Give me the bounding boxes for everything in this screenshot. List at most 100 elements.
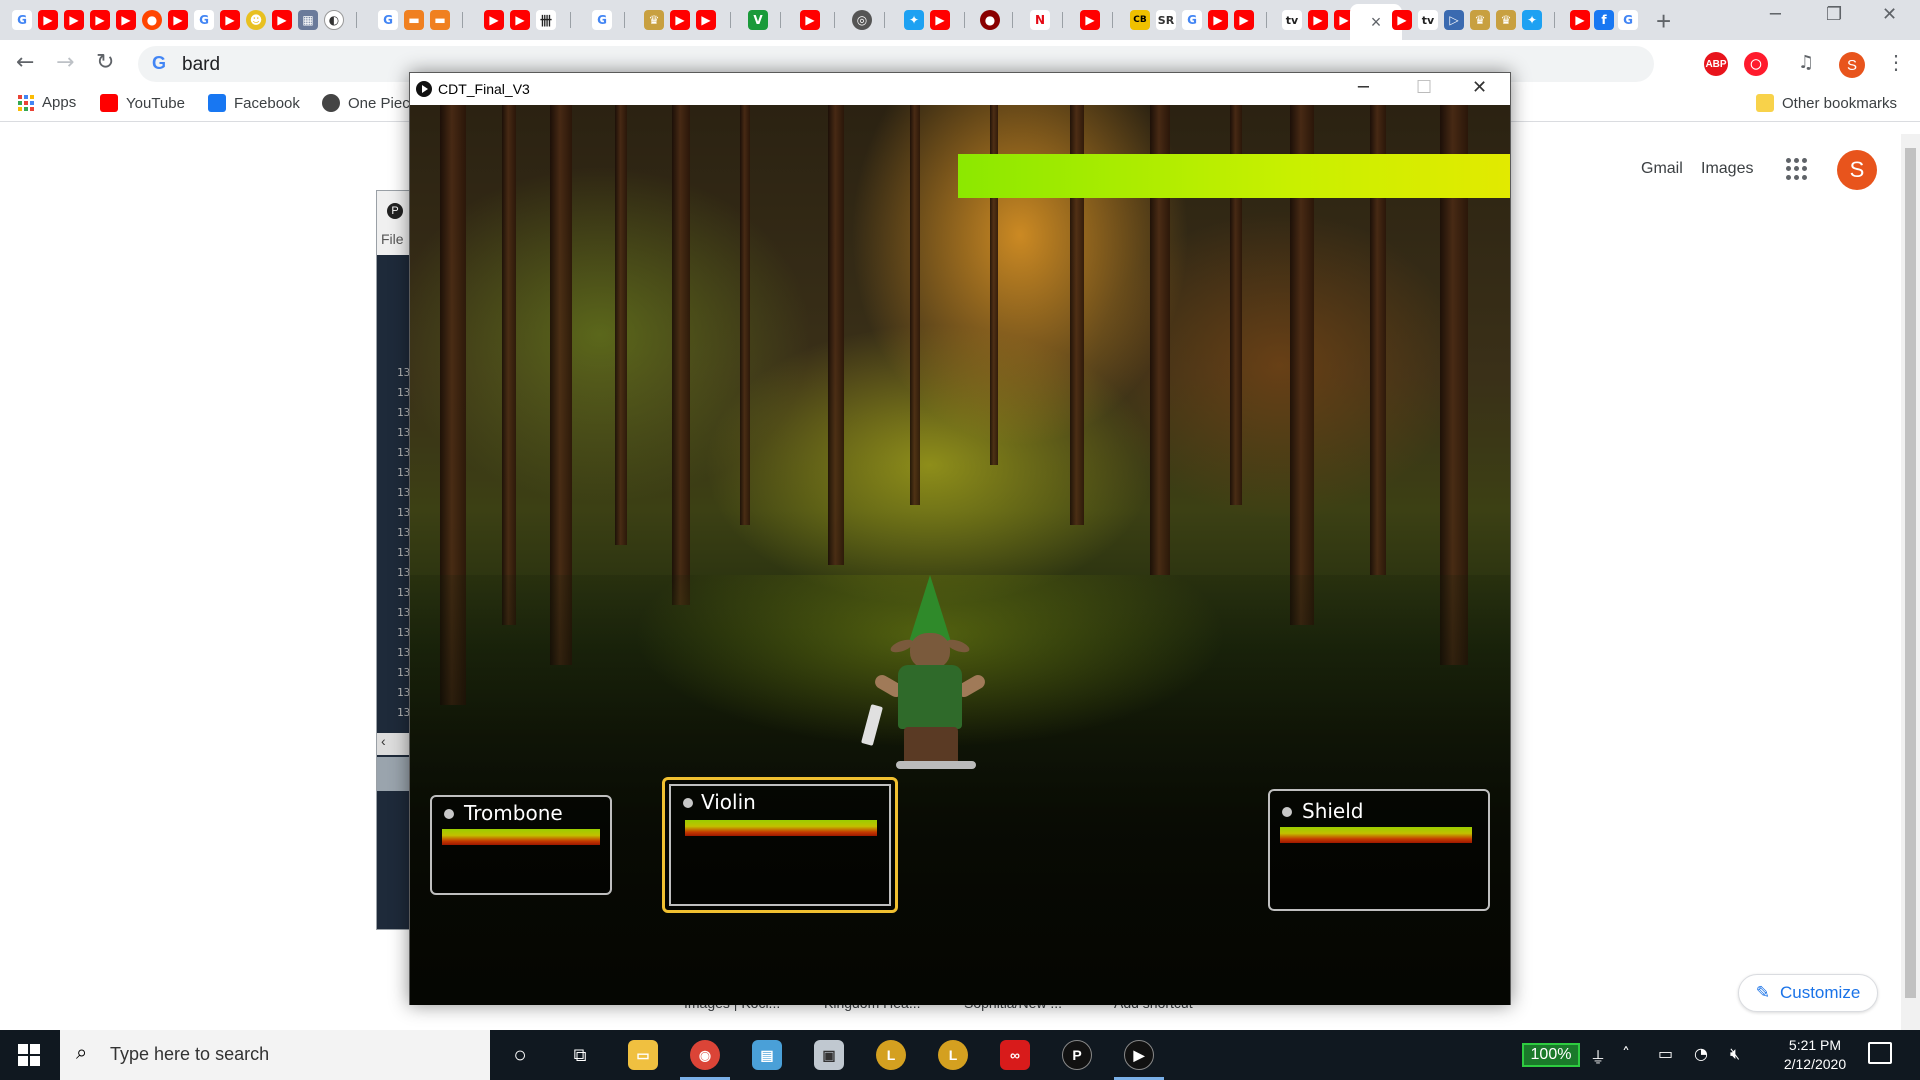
google-tab-icon[interactable]: G xyxy=(378,10,398,30)
youtube-tab-icon[interactable]: ▶ xyxy=(220,10,240,30)
scrollbar-thumb[interactable] xyxy=(1905,148,1916,998)
search-placeholder[interactable]: Type here to search xyxy=(110,1044,269,1065)
cb-tab-icon[interactable]: CB xyxy=(1130,10,1150,30)
crest-tab-icon[interactable]: ♛ xyxy=(1470,10,1490,30)
youtube-tab-icon[interactable]: ▶ xyxy=(800,10,820,30)
other-bookmarks[interactable]: Other bookmarks xyxy=(1756,94,1897,112)
address-input[interactable]: bard xyxy=(182,54,220,76)
images-link[interactable]: Images xyxy=(1701,160,1753,178)
creative-cloud-icon[interactable]: ∞ xyxy=(1000,1040,1030,1070)
facebook-tab-icon[interactable]: f xyxy=(1594,10,1614,30)
ide-horizontal-scrollbar[interactable]: ‹ xyxy=(377,733,413,755)
bookmark-one-piece[interactable]: One Piec xyxy=(322,94,410,112)
notes-app-icon[interactable]: ▤ xyxy=(752,1040,782,1070)
page-scrollbar[interactable] xyxy=(1901,134,1920,1030)
google-tab-icon[interactable]: G xyxy=(1182,10,1202,30)
record-tab-icon[interactable]: ● xyxy=(980,10,1000,30)
volume-muted-icon[interactable]: 🔇︎ xyxy=(1730,1044,1740,1064)
youtube-tab-icon[interactable]: ▶ xyxy=(510,10,530,30)
windows-start-icon[interactable] xyxy=(18,1044,40,1066)
youtube-tab-icon[interactable]: ▶ xyxy=(930,10,950,30)
youtube-tab-icon[interactable]: ▶ xyxy=(168,10,188,30)
league-icon[interactable]: L xyxy=(938,1040,968,1070)
reload-icon[interactable]: ↻ xyxy=(96,50,114,75)
site-tab-icon[interactable]: ◐ xyxy=(324,10,344,30)
play-tab-icon[interactable]: ▷ xyxy=(1444,10,1464,30)
netflix-tab-icon[interactable]: N xyxy=(1030,10,1050,30)
action-card-shield[interactable]: Shield xyxy=(1268,789,1490,911)
glyph-tab-icon[interactable]: 卌 xyxy=(536,10,556,30)
ide-window[interactable]: P File 13 13 13 13 13 13 13 13 13 13 13 13 13 13 1… xyxy=(376,190,413,930)
bookmark-facebook[interactable]: Facebook xyxy=(208,94,300,112)
chevron-left-icon[interactable]: ‹ xyxy=(381,733,386,749)
back-icon[interactable]: ← xyxy=(16,50,34,75)
game-app-icon[interactable]: ▶ xyxy=(1124,1040,1154,1070)
processing-icon[interactable]: P xyxy=(1062,1040,1092,1070)
notification-center-icon[interactable] xyxy=(1868,1042,1892,1064)
google-tab-icon[interactable]: G xyxy=(592,10,612,30)
customize-button[interactable]: ✎ Customize xyxy=(1738,974,1878,1012)
wifi-icon[interactable]: ◔ xyxy=(1694,1044,1708,1063)
youtube-tab-icon[interactable]: ▶ xyxy=(696,10,716,30)
action-card-trombone[interactable]: Trombone xyxy=(430,795,612,895)
google-tab-icon[interactable]: G xyxy=(12,10,32,30)
goblin-enemy[interactable] xyxy=(860,575,1000,785)
youtube-tab-icon[interactable]: ▶ xyxy=(38,10,58,30)
youtube-tab-icon[interactable]: ▶ xyxy=(1080,10,1100,30)
minimize-icon[interactable]: ─ xyxy=(1770,4,1781,25)
youtube-tab-icon[interactable]: ▶ xyxy=(116,10,136,30)
cortana-icon[interactable]: ○ xyxy=(505,1040,535,1070)
crunchyroll-tab-icon[interactable]: ▬ xyxy=(404,10,424,30)
game-window[interactable]: CDT_Final_V3 ─ ☐ ✕ Trombone Violin Shiel… xyxy=(409,72,1511,1005)
profile-avatar[interactable]: S xyxy=(1839,52,1865,78)
youtube-tab-icon[interactable]: ▶ xyxy=(1570,10,1590,30)
window-app-icon[interactable]: ▣ xyxy=(814,1040,844,1070)
opera-icon[interactable]: ◯ xyxy=(1744,52,1768,76)
battery-icon[interactable]: ▭ xyxy=(1658,1044,1673,1063)
battery-indicator[interactable]: 100% xyxy=(1522,1043,1580,1067)
file-explorer-icon[interactable]: ▭ xyxy=(628,1040,658,1070)
adblock-icon[interactable]: ABP xyxy=(1704,52,1728,76)
twitter-tab-icon[interactable]: ✦ xyxy=(904,10,924,30)
league-icon[interactable]: L xyxy=(876,1040,906,1070)
maximize-icon[interactable]: ☐ xyxy=(1416,77,1432,98)
close-icon[interactable]: ✕ xyxy=(1882,4,1897,25)
restore-icon[interactable]: ❐ xyxy=(1826,4,1842,25)
account-avatar[interactable]: S xyxy=(1837,150,1877,190)
tv-tab-icon[interactable]: tv xyxy=(1418,10,1438,30)
reddit-tab-icon[interactable]: ● xyxy=(142,10,162,30)
google-tab-icon[interactable]: G xyxy=(194,10,214,30)
action-card-violin[interactable]: Violin xyxy=(662,777,898,913)
youtube-tab-icon[interactable]: ▶ xyxy=(484,10,504,30)
youtube-tab-icon[interactable]: ▶ xyxy=(1392,10,1412,30)
gmail-link[interactable]: Gmail xyxy=(1641,160,1683,178)
menu-icon[interactable]: ⋮ xyxy=(1886,50,1906,75)
new-tab-button[interactable]: + xyxy=(1656,6,1671,37)
crest-tab-icon[interactable]: ♛ xyxy=(644,10,664,30)
youtube-tab-icon[interactable]: ▶ xyxy=(670,10,690,30)
youtube-tab-icon[interactable]: ▶ xyxy=(1308,10,1328,30)
task-view-icon[interactable]: ⧉ xyxy=(565,1040,595,1070)
youtube-tab-icon[interactable]: ▶ xyxy=(1234,10,1254,30)
sr-tab-icon[interactable]: SR xyxy=(1156,10,1176,30)
clock[interactable]: 5:21 PM 2/12/2020 xyxy=(1770,1036,1860,1074)
bookmark-apps[interactable]: Apps xyxy=(18,94,76,111)
google-tab-icon[interactable]: G xyxy=(1618,10,1638,30)
skull-tab-icon[interactable]: ☻ xyxy=(246,10,266,30)
taskbar-search[interactable]: ⌕ Type here to search xyxy=(60,1030,490,1080)
crest-tab-icon[interactable]: ♛ xyxy=(1496,10,1516,30)
globe-tab-icon[interactable]: ◎ xyxy=(852,10,872,30)
image-tab-icon[interactable]: ▦ xyxy=(298,10,318,30)
minimize-icon[interactable]: ─ xyxy=(1358,77,1369,98)
shield-tab-icon[interactable]: V xyxy=(748,10,768,30)
chevron-up-icon[interactable]: ˄ xyxy=(1622,1044,1630,1063)
google-apps-icon[interactable] xyxy=(1786,158,1808,180)
youtube-tab-icon[interactable]: ▶ xyxy=(64,10,84,30)
tv-tab-icon[interactable]: tv xyxy=(1282,10,1302,30)
chrome-icon[interactable]: ◉ xyxy=(690,1040,720,1070)
forward-icon[interactable]: → xyxy=(56,50,74,75)
close-icon[interactable]: ✕ xyxy=(1472,77,1487,98)
game-viewport[interactable]: Trombone Violin Shield xyxy=(410,105,1510,1005)
youtube-tab-icon[interactable]: ▶ xyxy=(272,10,292,30)
youtube-tab-icon[interactable]: ▶ xyxy=(90,10,110,30)
